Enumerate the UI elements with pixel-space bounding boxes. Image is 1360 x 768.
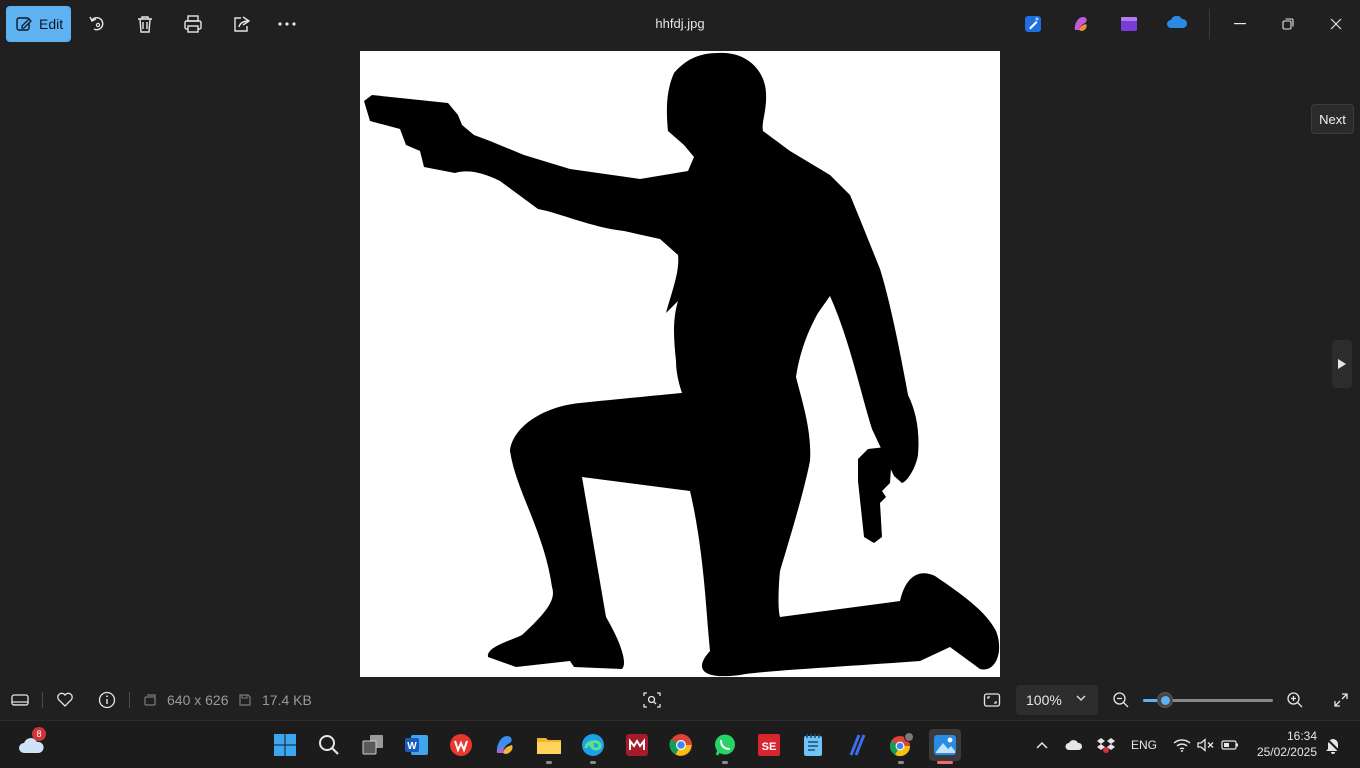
- file-name-title: hhfdj.jpg: [655, 16, 705, 31]
- running-indicator: [590, 761, 596, 764]
- print-icon[interactable]: [181, 12, 205, 36]
- restore-icon[interactable]: [1276, 12, 1300, 36]
- windows-taskbar: 8 W SE ENG 16:34 25/02/2025: [0, 720, 1360, 768]
- zoom-level-dropdown[interactable]: 100%: [1016, 685, 1098, 715]
- show-hidden-icons-chevron-up-icon[interactable]: [1032, 736, 1052, 754]
- se-app-icon: SE: [758, 734, 780, 756]
- close-icon[interactable]: [1324, 12, 1348, 36]
- active-indicator: [937, 761, 953, 764]
- zoom-slider[interactable]: [1143, 692, 1273, 708]
- minimize-icon[interactable]: [1228, 12, 1252, 36]
- taskbar-photos[interactable]: [929, 729, 961, 764]
- file-size-icon: [235, 690, 255, 710]
- image-dimensions: 640 x 626: [167, 692, 229, 708]
- edit-label: Edit: [39, 16, 64, 32]
- copilot-icon: [496, 736, 513, 754]
- weather-notification-badge: 8: [32, 727, 46, 741]
- zoom-in-icon[interactable]: [1285, 690, 1305, 710]
- svg-text:W: W: [407, 741, 417, 752]
- photos-app-icon: [934, 735, 956, 755]
- zoom-level-value: 100%: [1026, 692, 1062, 708]
- photo-canvas[interactable]: [360, 51, 1000, 677]
- taskbar-chrome[interactable]: [665, 729, 697, 761]
- dimensions-icon: [140, 690, 160, 710]
- folder-icon: [537, 738, 561, 754]
- taskbar-copilot[interactable]: [489, 729, 521, 761]
- taskbar-file-explorer[interactable]: [533, 729, 565, 764]
- share-icon[interactable]: [229, 12, 253, 36]
- speaker-muted-icon[interactable]: [1196, 736, 1216, 754]
- task-view-icon: [362, 735, 383, 755]
- taskbar-chrome-profile[interactable]: [885, 729, 917, 764]
- taskbar-edge[interactable]: [577, 729, 609, 764]
- delete-icon[interactable]: [133, 12, 157, 36]
- file-info-icon[interactable]: [97, 690, 117, 710]
- dropbox-tray-icon[interactable]: [1096, 736, 1116, 754]
- chevron-down-icon: [1076, 695, 1086, 701]
- edit-button[interactable]: Edit: [6, 6, 71, 42]
- edit-icon: [16, 17, 32, 31]
- taskbar-slash-app[interactable]: [841, 729, 873, 761]
- wps-office-icon: [450, 734, 472, 756]
- toolbar-divider: [1209, 9, 1210, 39]
- copilot-icon[interactable]: [1071, 14, 1091, 34]
- slash-app-icon: [849, 734, 866, 756]
- start-button[interactable]: [269, 729, 301, 761]
- clock-time: 16:34: [1286, 729, 1317, 743]
- onedrive-tray-icon[interactable]: [1064, 736, 1084, 754]
- search-icon: [319, 735, 339, 755]
- filmstrip-icon[interactable]: [10, 690, 30, 710]
- fit-to-window-icon[interactable]: [982, 690, 1002, 710]
- notepad-icon: [804, 734, 822, 756]
- running-indicator: [898, 761, 904, 764]
- full-screen-icon[interactable]: [1331, 690, 1351, 710]
- task-view-button[interactable]: [357, 729, 389, 761]
- wifi-icon[interactable]: [1172, 736, 1192, 754]
- taskbar-mendeley[interactable]: [621, 729, 653, 761]
- chrome-profile-icon: [889, 732, 914, 757]
- taskbar-notepad[interactable]: [797, 729, 829, 761]
- system-clock[interactable]: 16:34 25/02/2025: [1257, 729, 1317, 759]
- status-bar: 640 x 626 17.4 KB 100%: [0, 680, 1360, 720]
- notifications-bell-icon[interactable]: [1323, 736, 1343, 754]
- next-tooltip: Next: [1311, 104, 1354, 134]
- taskbar-wps[interactable]: [445, 729, 477, 761]
- word-icon: W: [405, 735, 428, 755]
- taskbar-whatsapp[interactable]: [709, 729, 741, 764]
- zoom-out-icon[interactable]: [1111, 690, 1131, 710]
- file-size: 17.4 KB: [262, 692, 312, 708]
- photos-app-window: Edit hhfdj.jpg Next 640 x 626 17.4 KB 10…: [0, 0, 1360, 720]
- running-indicator: [722, 761, 728, 764]
- visual-search-icon[interactable]: [642, 690, 662, 710]
- top-toolbar: Edit hhfdj.jpg: [0, 0, 1360, 50]
- rotate-icon[interactable]: [85, 12, 109, 36]
- next-image-button[interactable]: [1332, 340, 1352, 388]
- input-language[interactable]: ENG: [1131, 738, 1157, 752]
- whatsapp-icon: [715, 734, 735, 756]
- taskbar-se-app[interactable]: SE: [753, 729, 785, 761]
- running-indicator: [546, 761, 552, 764]
- kneeling-gunman-silhouette: [364, 52, 1000, 677]
- zoom-slider-thumb[interactable]: [1157, 692, 1173, 708]
- clock-date: 25/02/2025: [1256, 745, 1317, 759]
- more-icon[interactable]: [275, 12, 299, 36]
- taskbar-word[interactable]: W: [401, 729, 433, 761]
- status-divider: [129, 692, 130, 708]
- edge-browser-icon: [582, 734, 604, 756]
- onedrive-icon[interactable]: [1166, 14, 1188, 34]
- windows-logo-icon: [274, 734, 296, 756]
- play-right-icon: [1338, 359, 1346, 369]
- status-divider: [42, 692, 43, 708]
- mendeley-icon: [626, 734, 648, 756]
- favorite-heart-icon[interactable]: [55, 690, 75, 710]
- chrome-icon: [669, 734, 692, 756]
- taskbar-search-button[interactable]: [313, 729, 345, 761]
- designer-icon[interactable]: [1023, 14, 1043, 34]
- battery-icon[interactable]: [1220, 736, 1240, 754]
- clipchamp-icon[interactable]: [1119, 14, 1139, 34]
- svg-text:SE: SE: [762, 741, 777, 753]
